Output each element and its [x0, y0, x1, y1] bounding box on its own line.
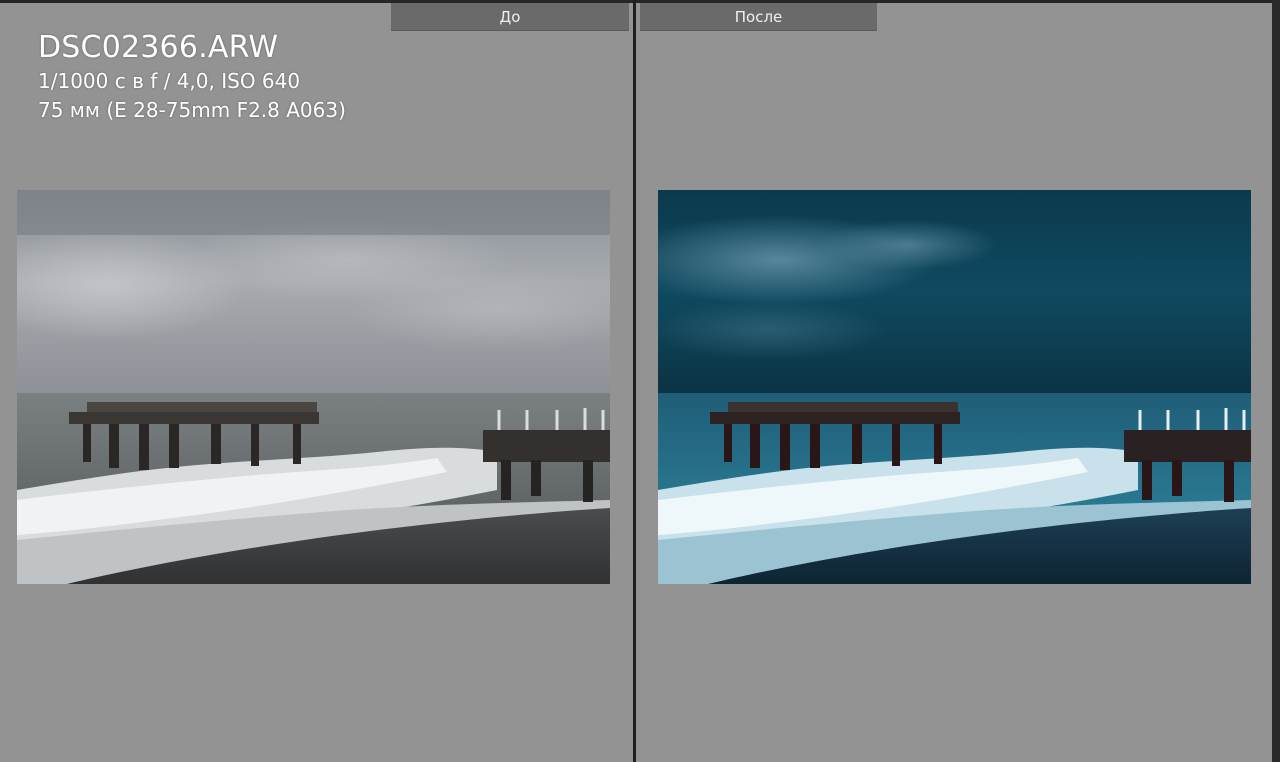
split-divider — [633, 0, 636, 762]
right-panel-edge — [1272, 0, 1280, 762]
exposure-info: 1/1000 с в f / 4,0, ISO 640 — [38, 69, 301, 93]
before-after-compare-view: До После DSC02366.ARW 1/1000 с в f / 4,0… — [0, 0, 1280, 762]
before-label: До — [391, 3, 629, 31]
filename: DSC02366.ARW — [38, 30, 279, 65]
after-label: После — [640, 3, 877, 31]
lens-info: 75 мм (E 28-75mm F2.8 A063) — [38, 98, 346, 122]
before-photo-image — [17, 190, 610, 584]
after-photo-image — [658, 190, 1251, 584]
photo-info-overlay: DSC02366.ARW 1/1000 с в f / 4,0, ISO 640… — [38, 30, 346, 124]
after-photo[interactable] — [658, 190, 1251, 584]
before-photo[interactable] — [17, 190, 610, 584]
